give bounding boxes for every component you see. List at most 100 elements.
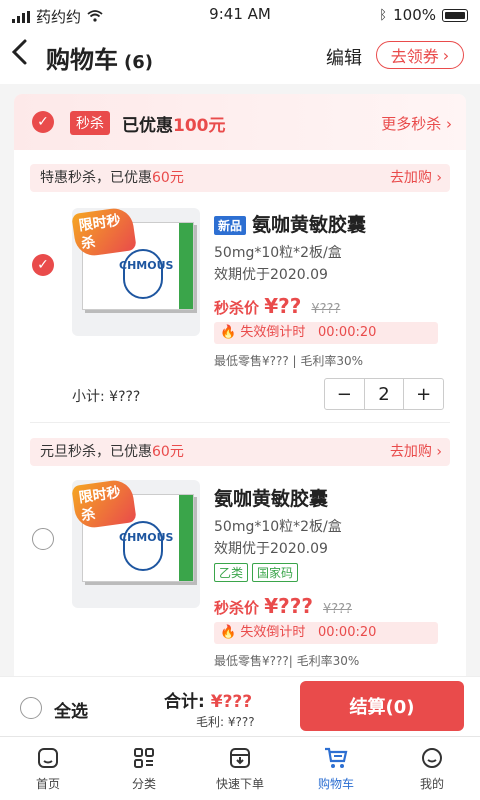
subtotal: 小计: ¥??? [72, 389, 141, 405]
tab-category[interactable]: 分类 [96, 737, 192, 800]
add-more-link[interactable]: 去加购 › [390, 164, 442, 192]
item-checkbox[interactable]: ✓ [32, 254, 54, 276]
tab-bar: 首页 分类 快速下单 购物车 我的 [0, 736, 480, 800]
promo-saved-prefix: 已优惠 [122, 116, 173, 136]
group-banner: 特惠秒杀，已优惠60元 去加购 › [30, 164, 450, 192]
quantity-stepper: − 2 + [324, 378, 444, 410]
quick-order-icon [227, 745, 253, 771]
total-value: ¥??? [210, 692, 253, 712]
product-name[interactable]: 新品 氨咖黄敏胶囊 [214, 210, 366, 237]
quantity-value[interactable]: 2 [363, 379, 405, 409]
product-expiry: 效期优于2020.09 [214, 541, 328, 557]
price-label: 秒杀价 [214, 599, 260, 617]
tab-label: 我的 [419, 777, 444, 791]
battery-label: 100% [393, 6, 436, 24]
promo-saved-amount: 100元 [173, 116, 226, 136]
add-more-label: 去加购 [389, 170, 432, 186]
countdown-label: 失效倒计时 [240, 325, 306, 340]
tab-label: 首页 [35, 777, 60, 791]
page-title: 购物车 (6) [46, 40, 153, 75]
decrease-button[interactable]: − [325, 379, 364, 409]
page-title-text: 购物车 [46, 46, 118, 74]
tab-label: 快速下单 [215, 777, 264, 791]
tab-cart[interactable]: 购物车 [288, 737, 384, 800]
add-more-label: 去加购 [389, 444, 432, 460]
gross-label: 毛利: [196, 715, 225, 729]
divider [30, 422, 450, 423]
group-banner: 元旦秒杀，已优惠60元 去加购 › [30, 438, 450, 466]
category-icon [131, 745, 157, 771]
battery-icon [442, 8, 468, 22]
profile-icon [419, 745, 445, 771]
gross-profit: 毛利: ¥??? [196, 713, 255, 730]
product-image[interactable]: CHMOUS 限时秒杀 [72, 208, 200, 336]
select-all-checkbox[interactable] [20, 697, 42, 719]
national-code-tag: 国家码 [252, 563, 299, 582]
checkout-button[interactable]: 结算(0) [300, 681, 464, 731]
product-brand: CHMOUS [119, 259, 174, 272]
increase-button[interactable]: + [404, 379, 443, 409]
product-spec: 50mg*10粒*2板/盒 [214, 245, 342, 261]
select-all-label[interactable]: 全选 [54, 697, 88, 722]
back-arrow-icon[interactable] [10, 38, 28, 72]
status-bar: 药约约 9:41 AM ᛒ 100% [0, 0, 480, 30]
product-image[interactable]: CHMOUS 限时秒杀 [72, 480, 200, 608]
total-label: 合计: [164, 692, 205, 712]
countdown-label: 失效倒计时 [240, 625, 306, 640]
gross-value: ¥??? [227, 715, 255, 729]
more-flash-sales-link[interactable]: 更多秒杀 › [381, 113, 452, 134]
product-tags: 乙类 国家码 [214, 562, 302, 582]
cart-count: (6) [124, 52, 153, 73]
product-brand: CHMOUS [119, 531, 174, 544]
fire-icon: 🔥 [220, 625, 237, 640]
tab-home[interactable]: 首页 [0, 737, 96, 800]
banner-text: 特惠秒杀，已优惠 [40, 170, 152, 186]
banner-amount: 60元 [152, 170, 184, 186]
limited-time-badge: 限时秒杀 [72, 208, 137, 258]
navigation-header: 购物车 (6) 编辑 去领券 › [0, 30, 480, 82]
flash-sale-tag: 秒杀 [70, 111, 110, 135]
promo-saved-text: 已优惠100元 [122, 111, 226, 136]
tab-quick-order[interactable]: 快速下单 [192, 737, 288, 800]
coupon-label: 去领券 [390, 47, 439, 66]
category-tag: 乙类 [214, 563, 249, 582]
more-label: 更多秒杀 [381, 115, 442, 133]
tab-profile[interactable]: 我的 [384, 737, 480, 800]
price-value: ¥?? [264, 294, 302, 318]
cart-content[interactable]: ✓ 秒杀 已优惠100元 更多秒杀 › 特惠秒杀，已优惠60元 去加购 › ✓ … [0, 84, 480, 676]
promo-card: ✓ 秒杀 已优惠100元 更多秒杀 › 特惠秒杀，已优惠60元 去加购 › ✓ … [14, 94, 466, 676]
banner-amount: 60元 [152, 444, 184, 460]
get-coupon-button[interactable]: 去领券 › [376, 41, 464, 69]
price-label: 秒杀价 [214, 299, 260, 317]
promo-select-checkbox[interactable]: ✓ [32, 111, 54, 133]
old-price: ¥??? [311, 302, 341, 317]
bluetooth-icon: ᛒ [379, 7, 388, 23]
add-more-link[interactable]: 去加购 › [390, 438, 442, 466]
old-price: ¥??? [322, 602, 352, 617]
product-name[interactable]: 氨咖黄敏胶囊 [214, 484, 328, 511]
chevron-right-icon: › [442, 45, 450, 65]
flash-price: 秒杀价 ¥?? ¥??? [214, 294, 340, 318]
product-name-text: 氨咖黄敏胶囊 [252, 214, 367, 236]
tab-label: 分类 [131, 777, 156, 791]
retail-info: 最低零售¥??? | 毛利率30% [214, 354, 364, 368]
countdown-time: 00:00:20 [318, 625, 377, 640]
checkout-bar: 全选 合计: ¥??? 毛利: ¥??? 结算(0) [0, 676, 480, 736]
retail-info: 最低零售¥???| 毛利率30% [214, 654, 360, 668]
promo-header: ✓ 秒杀 已优惠100元 更多秒杀 › [14, 94, 466, 150]
banner-text: 元旦秒杀，已优惠 [40, 444, 152, 460]
countdown-bar: 🔥 失效倒计时 00:00:20 [214, 622, 438, 644]
edit-button[interactable]: 编辑 [326, 44, 362, 70]
total-amount: 合计: ¥??? [164, 687, 252, 712]
tab-label: 购物车 [317, 777, 354, 791]
home-icon [35, 745, 61, 771]
limited-time-badge: 限时秒杀 [72, 480, 137, 530]
countdown-time: 00:00:20 [318, 325, 377, 340]
fire-icon: 🔥 [220, 325, 237, 340]
flash-price: 秒杀价 ¥??? ¥??? [214, 594, 352, 618]
item-checkbox[interactable] [32, 528, 54, 550]
countdown-bar: 🔥 失效倒计时 00:00:20 [214, 322, 438, 344]
product-expiry: 效期优于2020.09 [214, 267, 328, 283]
product-spec: 50mg*10粒*2板/盒 [214, 519, 342, 535]
cart-icon [323, 745, 349, 771]
